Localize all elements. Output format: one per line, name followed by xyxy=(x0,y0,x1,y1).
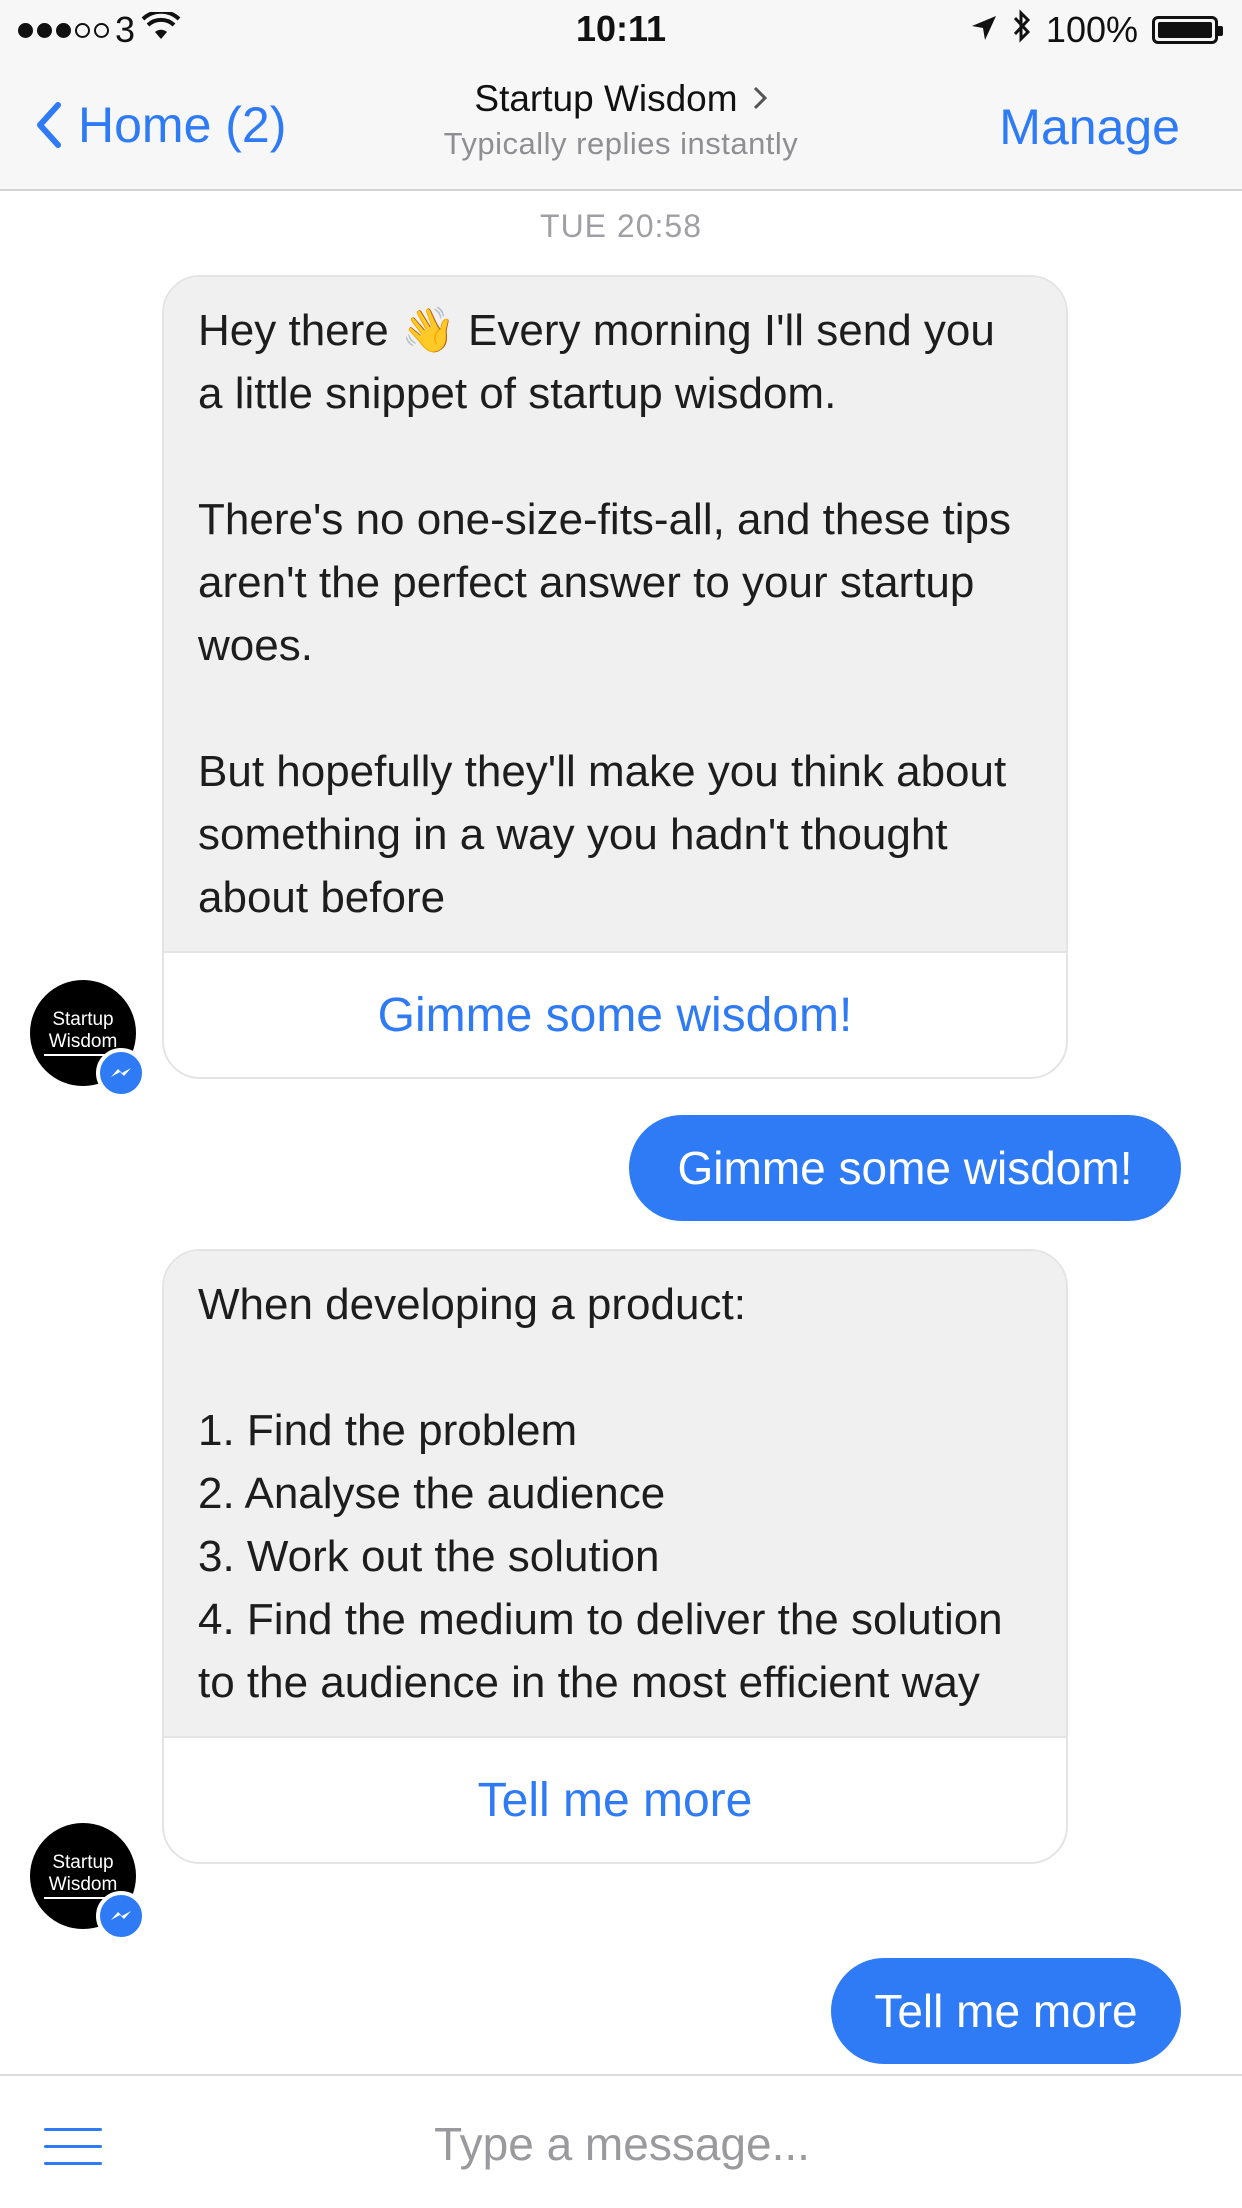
location-arrow-icon xyxy=(970,9,998,51)
message-input[interactable] xyxy=(260,2104,984,2184)
status-right: 100% xyxy=(970,8,1223,52)
manage-button[interactable]: Manage xyxy=(999,98,1180,156)
avatar-text-line1: Startup xyxy=(52,1009,114,1030)
menu-icon[interactable] xyxy=(44,2128,102,2166)
message-composer xyxy=(0,2074,1242,2208)
user-message-bubble: Gimme some wisdom! xyxy=(629,1115,1181,1221)
bot-message-card: Hey there 👋 Every morning I'll send you … xyxy=(162,275,1068,1079)
quick-reply-button[interactable]: Tell me more xyxy=(164,1736,1066,1862)
messenger-icon xyxy=(96,1891,146,1941)
avatar-text-line1: Startup xyxy=(52,1852,114,1873)
user-message-bubble: Tell me more xyxy=(831,1958,1181,2064)
battery-percent: 100% xyxy=(1045,9,1138,50)
bot-message-card: When developing a product: 1. Find the p… xyxy=(162,1249,1068,1864)
navigation-bar: Home (2) Startup Wisdom Typically replie… xyxy=(0,60,1242,191)
conversation-timestamp: TUE 20:58 xyxy=(540,208,702,244)
messenger-icon xyxy=(96,1048,146,1098)
bot-message-text: When developing a product: 1. Find the p… xyxy=(164,1251,1066,1736)
quick-reply-button[interactable]: Gimme some wisdom! xyxy=(164,951,1066,1077)
bluetooth-icon xyxy=(1012,8,1032,52)
battery-icon xyxy=(1152,16,1223,44)
page-title-label: Startup Wisdom xyxy=(474,78,738,119)
bot-message-text: Hey there 👋 Every morning I'll send you … xyxy=(164,277,1066,951)
chevron-right-icon xyxy=(752,78,768,120)
status-bar: 3 10:11 100% xyxy=(0,0,1242,60)
